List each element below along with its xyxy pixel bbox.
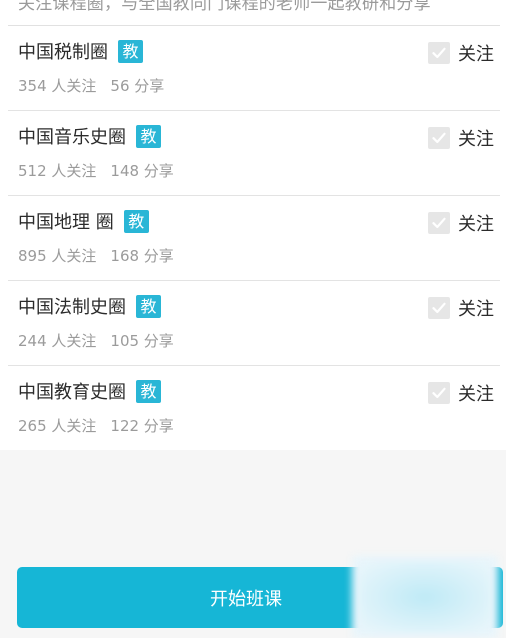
touch-highlight-glow xyxy=(360,562,490,632)
circle-stats: 895 人关注 168 分享 xyxy=(18,245,174,266)
teacher-badge-icon: 教 xyxy=(123,210,149,233)
followers-count: 265 人关注 xyxy=(18,417,97,435)
checkbox-checked-icon[interactable] xyxy=(428,42,450,64)
shares-count: 56 分享 xyxy=(110,77,165,95)
circle-name: 中国地理 圈教 xyxy=(18,210,149,235)
shares-count: 148 分享 xyxy=(110,162,174,180)
follow-label: 关注 xyxy=(458,214,494,235)
follow-toggle[interactable]: 关注 xyxy=(428,380,494,406)
list-item[interactable]: 中国音乐史圈教 512 人关注 148 分享 关注 xyxy=(8,111,500,196)
follow-toggle[interactable]: 关注 xyxy=(428,125,494,151)
followers-count: 354 人关注 xyxy=(18,77,97,95)
follow-toggle[interactable]: 关注 xyxy=(428,210,494,236)
teacher-badge-icon: 教 xyxy=(118,40,143,63)
checkbox-checked-icon[interactable] xyxy=(428,382,450,404)
circle-name: 中国税制圈教 xyxy=(18,40,143,65)
header-hint-strip: 关注课程圈，与全国教同门课程的老师一起教研和分享 xyxy=(0,0,506,26)
circle-stats: 512 人关注 148 分享 xyxy=(18,160,174,181)
follow-label: 关注 xyxy=(458,129,494,150)
circle-name: 中国音乐史圈教 xyxy=(18,125,161,150)
teacher-badge-icon: 教 xyxy=(136,125,161,148)
circle-name: 中国教育史圈教 xyxy=(18,380,161,405)
shares-count: 105 分享 xyxy=(110,332,174,350)
checkbox-checked-icon[interactable] xyxy=(428,297,450,319)
circle-stats: 265 人关注 122 分享 xyxy=(18,415,174,436)
teacher-badge-icon: 教 xyxy=(136,380,161,403)
list-item[interactable]: 中国税制圈教 354 人关注 56 分享 关注 xyxy=(8,26,500,111)
followers-count: 244 人关注 xyxy=(18,332,97,350)
follow-toggle[interactable]: 关注 xyxy=(428,295,494,321)
followers-count: 895 人关注 xyxy=(18,247,97,265)
shares-count: 122 分享 xyxy=(110,417,174,435)
circle-stats: 354 人关注 56 分享 xyxy=(18,75,164,96)
checkbox-checked-icon[interactable] xyxy=(428,127,450,149)
follow-toggle[interactable]: 关注 xyxy=(428,40,494,66)
follow-label: 关注 xyxy=(458,384,494,405)
follow-label: 关注 xyxy=(458,44,494,65)
circle-list: 中国税制圈教 354 人关注 56 分享 关注 中国音乐史圈教 512 人关注 14… xyxy=(0,26,506,450)
teacher-badge-icon: 教 xyxy=(136,295,161,318)
shares-count: 168 分享 xyxy=(110,247,174,265)
list-item[interactable]: 中国法制史圈教 244 人关注 105 分享 关注 xyxy=(8,281,500,366)
circle-name: 中国法制史圈教 xyxy=(18,295,161,320)
header-hint-text: 关注课程圈，与全国教同门课程的老师一起教研和分享 xyxy=(18,0,431,14)
circle-stats: 244 人关注 105 分享 xyxy=(18,330,174,351)
followers-count: 512 人关注 xyxy=(18,162,97,180)
checkbox-checked-icon[interactable] xyxy=(428,212,450,234)
follow-label: 关注 xyxy=(458,299,494,320)
list-item[interactable]: 中国教育史圈教 265 人关注 122 分享 关注 xyxy=(8,366,500,450)
list-item[interactable]: 中国地理 圈教 895 人关注 168 分享 关注 xyxy=(8,196,500,281)
